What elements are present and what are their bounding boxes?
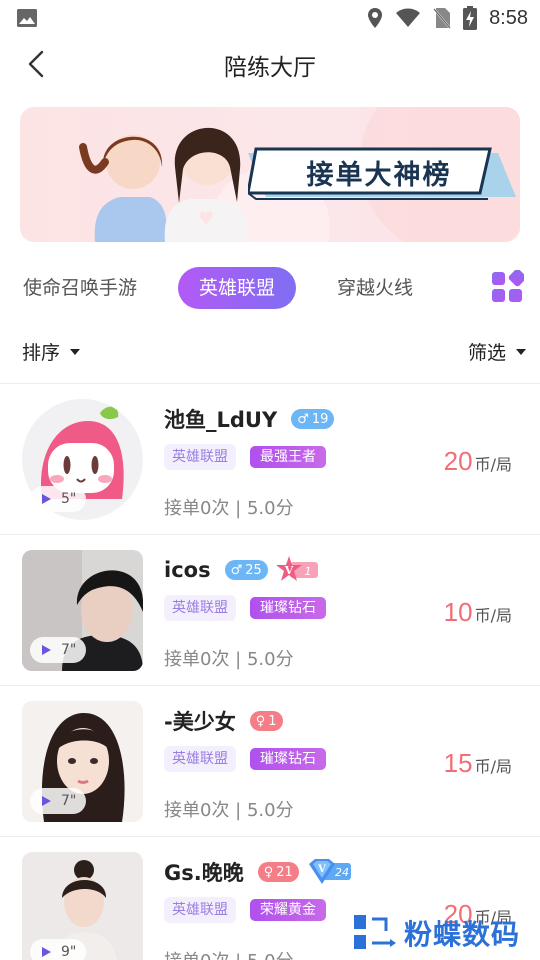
price-unit: 币/局 bbox=[474, 606, 512, 625]
game-tabs: 使命召唤手游 英雄联盟 穿越火线 bbox=[0, 262, 540, 314]
player-list: 5" 池鱼_LdUY ♂ 19 英雄联盟 最强王者 接单0次 | 5.0分 20… bbox=[0, 383, 540, 960]
player-name: Gs.晚晚 bbox=[164, 861, 244, 885]
image-icon bbox=[17, 9, 37, 27]
banner-illustration bbox=[79, 127, 248, 242]
voice-duration: 7" bbox=[61, 793, 77, 809]
status-icons: 8:58 bbox=[367, 6, 528, 30]
tab-crossfire[interactable]: 穿越火线 bbox=[328, 267, 422, 309]
vip-level: 1 bbox=[304, 565, 311, 578]
male-icon: ♂ bbox=[230, 562, 243, 578]
vip-level: 24 bbox=[335, 866, 349, 879]
name-line: icos ♂ 25 V 1 bbox=[164, 555, 320, 585]
gender-age-badge: ♂ 25 bbox=[224, 560, 268, 580]
watermark-logo-icon bbox=[354, 915, 396, 949]
no-sim-icon bbox=[433, 8, 451, 29]
price-value: 15 bbox=[443, 748, 473, 778]
game-tag: 英雄联盟 bbox=[164, 444, 236, 470]
order-stats: 接单0次 | 5.0分 bbox=[164, 800, 294, 821]
player-card[interactable]: 7" -美少女 ♀ 1 英雄联盟 璀璨钻石 接单0次 | 5.0分 15 币/局 bbox=[0, 685, 540, 836]
price: 15 币/局 bbox=[444, 748, 512, 779]
rank-tag: 璀璨钻石 bbox=[250, 597, 326, 619]
page-title: 陪练大厅 bbox=[224, 55, 316, 81]
tags: 英雄联盟 璀璨钻石 bbox=[164, 595, 326, 621]
caret-down-icon bbox=[516, 348, 526, 355]
tags: 英雄联盟 最强王者 bbox=[164, 444, 326, 470]
avatar[interactable]: 7" bbox=[22, 550, 143, 671]
player-name: icos bbox=[164, 558, 211, 582]
price-unit: 币/局 bbox=[474, 757, 512, 776]
avatar[interactable]: 9" bbox=[22, 852, 143, 960]
name-line: Gs.晚晚 ♀ 21 V 24 bbox=[164, 857, 353, 887]
price: 20 币/局 bbox=[444, 446, 512, 477]
female-icon: ♀ bbox=[263, 864, 274, 880]
play-icon bbox=[42, 796, 51, 806]
female-icon: ♀ bbox=[255, 713, 266, 729]
tab-cod-mobile[interactable]: 使命召唤手游 bbox=[18, 267, 142, 309]
caret-down-icon bbox=[70, 348, 81, 355]
vip-letter: V bbox=[284, 564, 294, 577]
age-value: 25 bbox=[245, 562, 262, 578]
avatar[interactable]: 5" bbox=[22, 399, 143, 520]
price-value: 20 bbox=[443, 446, 473, 476]
voice-duration: 7" bbox=[61, 642, 77, 658]
avatar[interactable]: 7" bbox=[22, 701, 143, 822]
player-card[interactable]: 7" icos ♂ 25 V 1 英雄联盟 璀璨钻石 接单0次 | 5.0分 1… bbox=[0, 534, 540, 685]
name-line: -美少女 ♀ 1 bbox=[164, 706, 283, 736]
order-stats: 接单0次 | 5.0分 bbox=[164, 947, 294, 960]
header: 陪练大厅 bbox=[0, 36, 540, 92]
voice-intro-button[interactable]: 7" bbox=[30, 637, 87, 663]
age-value: 21 bbox=[276, 864, 293, 880]
sort-label: 排序 bbox=[22, 342, 61, 364]
age-value: 19 bbox=[311, 411, 329, 427]
gender-age-badge: ♀ 1 bbox=[249, 711, 283, 731]
voice-intro-button[interactable]: 7" bbox=[30, 788, 87, 814]
watermark: 粉蝶数码 bbox=[352, 910, 532, 956]
game-tag: 英雄联盟 bbox=[164, 746, 236, 772]
male-icon: ♂ bbox=[297, 411, 309, 427]
voice-duration: 5" bbox=[61, 491, 77, 507]
rank-tag: 荣耀黄金 bbox=[250, 899, 326, 921]
price-value: 10 bbox=[443, 597, 473, 627]
battery-charging-icon bbox=[463, 6, 478, 30]
voice-intro-button[interactable]: 9" bbox=[30, 939, 87, 960]
gender-age-badge: ♀ 21 bbox=[257, 862, 299, 882]
filter-dropdown[interactable]: 筛选 bbox=[468, 338, 526, 365]
player-name: -美少女 bbox=[164, 710, 236, 734]
watermark-text: 粉蝶数码 bbox=[404, 918, 521, 951]
banner[interactable]: 接单大神榜 bbox=[20, 107, 520, 242]
vip-letter: V bbox=[317, 864, 326, 875]
play-icon bbox=[42, 494, 51, 504]
price: 10 币/局 bbox=[444, 597, 512, 628]
location-icon bbox=[368, 8, 383, 28]
voice-intro-button[interactable]: 5" bbox=[30, 486, 87, 512]
sort-filter-bar: 排序 筛选 bbox=[0, 330, 540, 374]
play-icon bbox=[42, 947, 51, 957]
age-value: 1 bbox=[268, 713, 277, 729]
rank-tag: 最强王者 bbox=[250, 446, 326, 468]
game-tag: 英雄联盟 bbox=[164, 897, 236, 923]
tags: 英雄联盟 荣耀黄金 bbox=[164, 897, 326, 923]
status-time: 8:58 bbox=[489, 6, 528, 29]
vip-diamond-badge-icon: V 24 bbox=[308, 859, 351, 884]
gender-age-badge: ♂ 19 bbox=[291, 409, 335, 429]
play-icon bbox=[42, 645, 51, 655]
sort-dropdown[interactable]: 排序 bbox=[22, 338, 81, 365]
banner-title: 接单大神榜 bbox=[306, 160, 452, 191]
vip-star-badge-icon: V 1 bbox=[275, 556, 318, 581]
player-name: 池鱼_LdUY bbox=[164, 408, 278, 432]
game-tag: 英雄联盟 bbox=[164, 595, 236, 621]
order-stats: 接单0次 | 5.0分 bbox=[164, 498, 294, 519]
voice-duration: 9" bbox=[61, 944, 77, 960]
name-line: 池鱼_LdUY ♂ 19 bbox=[164, 404, 335, 434]
price-unit: 币/局 bbox=[474, 455, 512, 474]
order-stats: 接单0次 | 5.0分 bbox=[164, 649, 294, 670]
tab-league-of-legends[interactable]: 英雄联盟 bbox=[178, 267, 296, 309]
grid-apps-icon[interactable] bbox=[490, 270, 524, 304]
rank-tag: 璀璨钻石 bbox=[250, 748, 326, 770]
wifi-icon bbox=[396, 8, 421, 27]
filter-label: 筛选 bbox=[467, 342, 506, 364]
player-card[interactable]: 5" 池鱼_LdUY ♂ 19 英雄联盟 最强王者 接单0次 | 5.0分 20… bbox=[0, 383, 540, 534]
status-bar: 8:58 bbox=[0, 0, 540, 36]
tags: 英雄联盟 璀璨钻石 bbox=[164, 746, 326, 772]
